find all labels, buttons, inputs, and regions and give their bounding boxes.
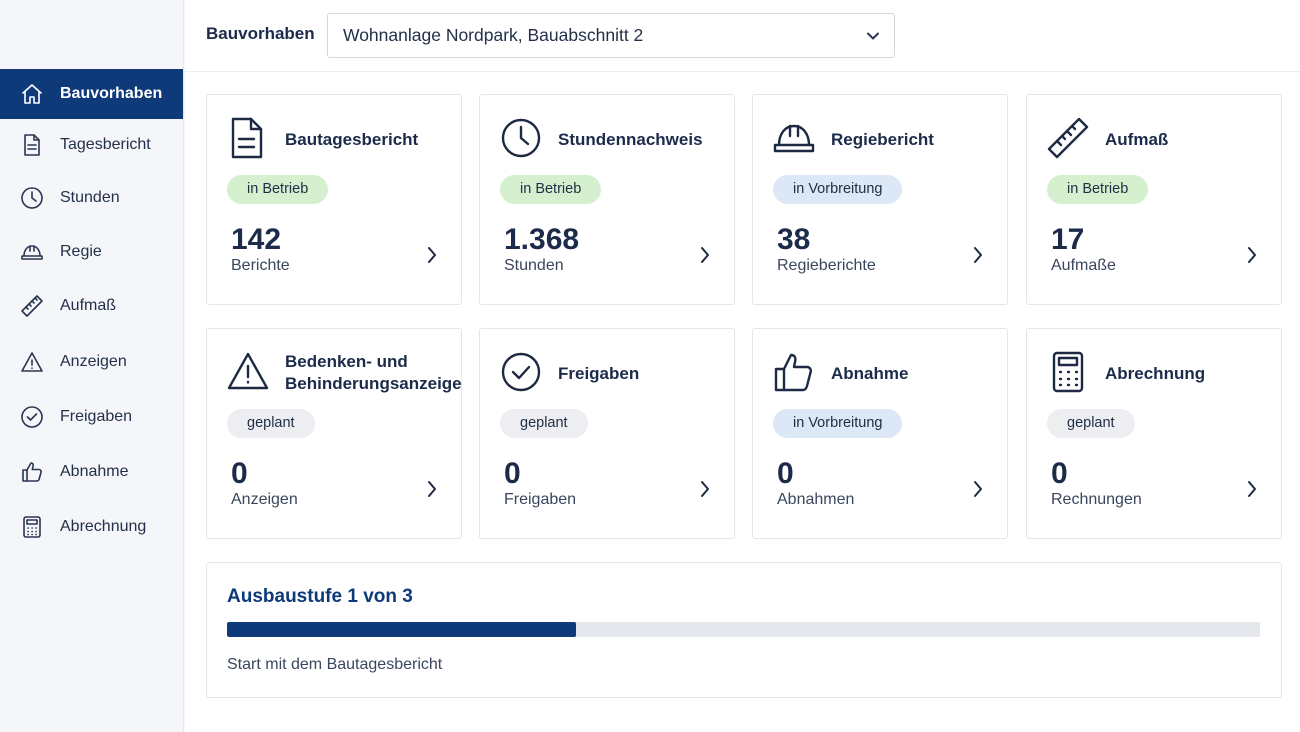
calculator-icon (1047, 351, 1089, 393)
check-circle-icon (500, 351, 542, 393)
clock-icon (500, 117, 542, 159)
status-badge: in Vorbreitung (773, 175, 903, 204)
card-regiebericht[interactable]: Regiebericht in Vorbreitung 38 Regieberi… (752, 94, 1008, 305)
sidebar-item-label: Anzeigen (60, 353, 127, 370)
card-freigaben[interactable]: Freigaben geplant 0 Freigaben (479, 328, 735, 539)
status-badge: geplant (1047, 409, 1135, 438)
main-content: Bauvorhaben Wohnanlage Nordpark, Bauabsc… (185, 0, 1300, 732)
sidebar-item-abnahme[interactable]: Abnahme (0, 447, 183, 497)
project-select[interactable]: Wohnanlage Nordpark, Bauabschnitt 2 (327, 13, 895, 58)
sidebar-item-abrechnung[interactable]: Abrechnung (0, 502, 183, 552)
hardhat-icon (773, 117, 815, 159)
card-title: Bedenken- und Behinderungsanzeige (285, 352, 462, 393)
card-count: 0 (231, 457, 248, 490)
status-badge: in Betrieb (500, 175, 602, 204)
card-title: Freigaben (558, 364, 640, 383)
card-count: 0 (777, 457, 794, 490)
sidebar-item-aufmass[interactable]: Aufmaß (0, 281, 183, 331)
card-unit: Aufmaße (1051, 257, 1116, 274)
chevron-right-icon (698, 479, 712, 499)
status-badge: in Betrieb (227, 175, 329, 204)
status-badge: geplant (500, 409, 588, 438)
thumbs-up-icon (20, 460, 44, 484)
clock-icon (20, 186, 44, 210)
card-count: 17 (1051, 223, 1085, 256)
card-unit: Abnahmen (777, 491, 855, 508)
chevron-right-icon (1245, 479, 1259, 499)
project-label: Bauvorhaben (206, 24, 315, 43)
card-unit: Anzeigen (231, 491, 298, 508)
document-icon (227, 117, 269, 159)
header-bar: Bauvorhaben Wohnanlage Nordpark, Bauabsc… (185, 0, 1300, 72)
sidebar-item-regie[interactable]: Regie (0, 227, 183, 277)
card-unit: Berichte (231, 257, 290, 274)
progress-track (227, 622, 1260, 637)
thumbs-up-icon (773, 351, 815, 393)
chevron-right-icon (698, 245, 712, 265)
card-abrechnung[interactable]: Abrechnung geplant 0 Rechnungen (1026, 328, 1282, 539)
card-unit: Regieberichte (777, 257, 876, 274)
status-badge: in Betrieb (1047, 175, 1149, 204)
progress-card: Ausbaustufe 1 von 3 Start mit dem Bautag… (206, 562, 1282, 698)
card-title: Abrechnung (1105, 364, 1206, 383)
sidebar-item-bauvorhaben[interactable]: Bauvorhaben (0, 69, 183, 119)
calculator-icon (20, 515, 44, 539)
card-count: 0 (504, 457, 521, 490)
chevron-down-icon (866, 29, 880, 43)
card-count: 142 (231, 223, 282, 256)
card-abnahme[interactable]: Abnahme in Vorbreitung 0 Abnahmen (752, 328, 1008, 539)
card-count: 38 (777, 223, 811, 256)
chevron-right-icon (1245, 245, 1259, 265)
sidebar-item-label: Abrechnung (60, 518, 147, 535)
document-icon (20, 133, 44, 157)
sidebar-item-anzeigen[interactable]: Anzeigen (0, 337, 183, 387)
chevron-right-icon (425, 245, 439, 265)
warning-icon (20, 350, 44, 374)
sidebar-item-freigaben[interactable]: Freigaben (0, 392, 183, 442)
card-count: 0 (1051, 457, 1068, 490)
card-title: Aufmaß (1105, 130, 1169, 149)
card-aufmass[interactable]: Aufmaß in Betrieb 17 Aufmaße (1026, 94, 1282, 305)
card-title: Regiebericht (831, 130, 934, 149)
progress-title: Ausbaustufe 1 von 3 (227, 586, 413, 607)
sidebar-item-label: Tagesbericht (60, 136, 151, 153)
chevron-right-icon (971, 245, 985, 265)
check-circle-icon (20, 405, 44, 429)
card-bautagesbericht[interactable]: Bautagesbericht in Betrieb 142 Berichte (206, 94, 462, 305)
card-title: Bautagesbericht (285, 130, 419, 149)
sidebar-item-stunden[interactable]: Stunden (0, 173, 183, 223)
card-title: Abnahme (831, 364, 909, 383)
chevron-right-icon (971, 479, 985, 499)
ruler-icon (20, 294, 44, 318)
card-unit: Stunden (504, 257, 564, 274)
sidebar-item-label: Regie (60, 243, 102, 260)
warning-icon (227, 351, 269, 393)
sidebar-item-label: Freigaben (60, 408, 133, 425)
progress-fill (227, 622, 577, 637)
progress-hint: Start mit dem Bautagesbericht (227, 656, 443, 673)
sidebar-item-label: Bauvorhaben (60, 85, 163, 102)
sidebar: Bauvorhaben Tagesbericht Stunden Regie A… (0, 0, 184, 732)
status-badge: in Vorbreitung (773, 409, 903, 438)
home-icon (20, 82, 44, 106)
card-stundennachweis[interactable]: Stundennachweis in Betrieb 1.368 Stunden (479, 94, 735, 305)
sidebar-item-label: Aufmaß (60, 297, 117, 314)
hardhat-icon (20, 240, 44, 264)
sidebar-item-label: Stunden (60, 189, 120, 206)
status-badge: geplant (227, 409, 315, 438)
sidebar-item-label: Abnahme (60, 463, 129, 480)
chevron-right-icon (425, 479, 439, 499)
sidebar-item-tagesbericht[interactable]: Tagesbericht (0, 120, 183, 170)
card-unit: Freigaben (504, 491, 577, 508)
card-unit: Rechnungen (1051, 491, 1142, 508)
ruler-icon (1047, 117, 1089, 159)
card-title: Stundennachweis (558, 130, 703, 149)
card-count: 1.368 (504, 223, 580, 256)
card-bedenkenanzeige[interactable]: Bedenken- und Behinderungsanzeige geplan… (206, 328, 462, 539)
project-select-value: Wohnanlage Nordpark, Bauabschnitt 2 (343, 25, 644, 45)
